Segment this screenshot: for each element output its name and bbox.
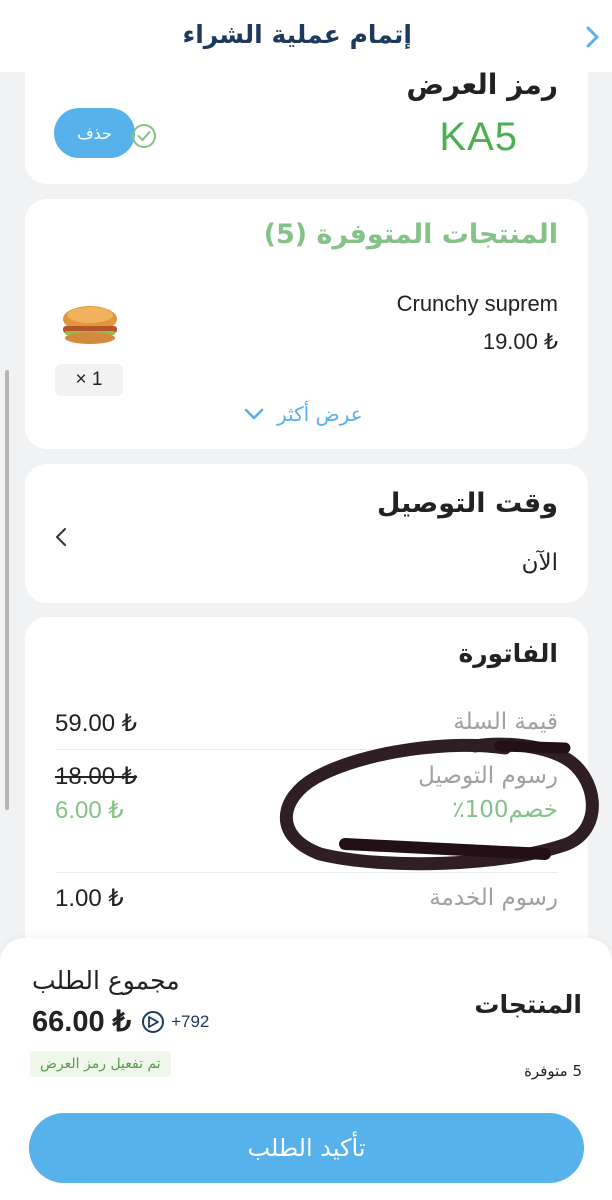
cart-value: 59.00 ₺ [55,710,137,737]
quantity-badge: × 1 [55,364,123,396]
show-more-label: عرض أكثر [277,402,363,426]
order-summary-panel: مجموع الطلب 66.00 ₺ +792 تم تفعيل رمز ال… [0,938,612,1200]
products-summary-count: 5 متوفرة [524,1062,582,1080]
points-value: +792 [171,1011,210,1031]
delete-promo-button[interactable]: حذف [54,108,135,158]
delivery-time-value: الآن [521,550,558,576]
promo-card: رمز العرض KA5 حذف [25,50,588,184]
check-circle-icon [132,124,156,148]
products-card: المنتجات المتوفرة (5) Crunchy suprem 19.… [25,199,588,449]
promo-label: رمز العرض [406,68,558,101]
products-summary-label: المنتجات [474,990,582,1019]
promo-activated-badge: تم تفعيل رمز العرض [30,1051,171,1077]
promo-code: KA5 [439,115,518,159]
chevron-down-icon [244,408,264,420]
show-more-button[interactable]: عرض أكثر [243,402,363,426]
scrollbar-thumb[interactable] [5,370,9,810]
service-fee-value: 1.00 ₺ [55,885,124,912]
delivery-time-title: وقت التوصيل [377,488,558,519]
discount-label: خصم100٪ [452,797,558,823]
product-name: Crunchy suprem [396,291,558,316]
divider [55,749,558,750]
divider [55,872,558,873]
discount-value: 6.00 ₺ [55,797,124,824]
chevron-right-icon [586,26,599,48]
reward-points-icon [142,1010,165,1033]
delivery-fee-old-value: 18.00 ₺ [55,763,137,790]
product-price: 19.00 ₺ [482,329,558,354]
page-title: إتمام عملية الشراء [182,20,412,49]
chevron-left-icon [56,528,66,546]
service-fee-label: رسوم الخدمة [429,885,558,911]
confirm-order-button[interactable]: تأكيد الطلب [29,1113,584,1183]
back-button[interactable] [582,22,604,52]
invoice-title: الفاتورة [458,639,558,668]
invoice-note: ر.س. [507,845,538,860]
invoice-card: الفاتورة قيمة السلة 59.00 ₺ رسوم التوصيل… [25,617,588,957]
burger-image [63,306,117,344]
points-badge: +792 [141,1010,209,1034]
products-title: المنتجات المتوفرة (5) [263,219,558,250]
order-total-value: 66.00 ₺ [32,1006,132,1038]
delivery-time-card[interactable]: وقت التوصيل الآن [25,464,588,603]
cart-value-label: قيمة السلة [453,709,558,735]
delivery-fee-label: رسوم التوصيل [418,763,558,789]
order-total-row: 66.00 ₺ +792 [32,1004,209,1039]
order-total-label: مجموع الطلب [32,966,180,995]
